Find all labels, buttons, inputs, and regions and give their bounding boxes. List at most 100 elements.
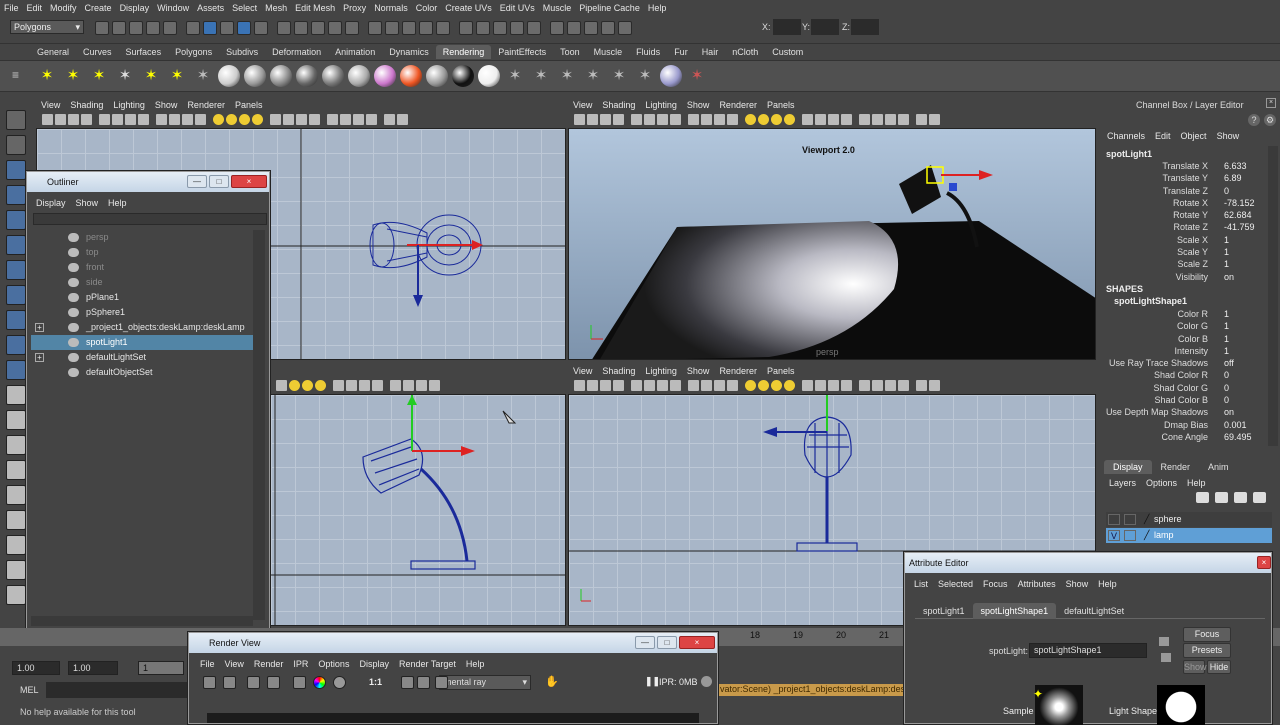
viewport-toolbar-icon[interactable] — [574, 114, 585, 125]
viewport-toolbar-icon[interactable] — [727, 380, 738, 391]
outliner-item-pplane1[interactable]: pPlane1 — [31, 290, 253, 305]
shelf-tab-polygons[interactable]: Polygons — [168, 45, 219, 59]
status-tool-icon[interactable] — [550, 21, 564, 35]
layer-menu-options[interactable]: Options — [1141, 476, 1182, 490]
shelf-tab-custom[interactable]: Custom — [765, 45, 810, 59]
channel-value[interactable]: 62.684 — [1224, 209, 1252, 221]
channel-row[interactable]: Use Ray Trace Shadows off — [1100, 357, 1268, 369]
viewport-toolbar-icon[interactable] — [55, 114, 66, 125]
tool-icon[interactable] — [6, 110, 26, 130]
viewport-toolbar-icon[interactable] — [112, 114, 123, 125]
viewport-toolbar-icon[interactable] — [359, 380, 370, 391]
status-tool-icon[interactable] — [220, 21, 234, 35]
viewport-toolbar-icon[interactable] — [296, 114, 307, 125]
viewport-toolbar-icon[interactable] — [802, 114, 813, 125]
viewport-toolbar-icon[interactable] — [587, 114, 598, 125]
channel-value[interactable]: 69.495 — [1224, 431, 1252, 443]
viewport-toolbar-icon[interactable] — [226, 114, 237, 125]
ae-presets-button[interactable]: Presets — [1183, 643, 1231, 658]
outliner-item-front[interactable]: front — [31, 260, 253, 275]
viewport-toolbar-icon[interactable] — [429, 380, 440, 391]
channel-value[interactable]: 1 — [1224, 345, 1229, 357]
outliner-hscroll[interactable] — [31, 616, 253, 626]
channel-row[interactable]: Color G 1 — [1100, 320, 1268, 332]
shelf-tool-icon[interactable]: ✶ — [36, 65, 58, 87]
render-toolbar-icon[interactable] — [247, 676, 260, 689]
range-start[interactable]: 1.00 — [12, 661, 60, 675]
channel-row[interactable]: Scale X 1 — [1100, 234, 1268, 246]
ae-show-button[interactable]: Show — [1183, 660, 1207, 674]
viewport-toolbar-icon[interactable] — [929, 114, 940, 125]
render-toolbar-icon[interactable] — [223, 676, 236, 689]
tool-icon[interactable] — [6, 410, 26, 430]
mode-dropdown[interactable]: Polygons ▾ — [10, 20, 84, 34]
viewport-toolbar-icon[interactable] — [859, 114, 870, 125]
menu-muscle[interactable]: Muscle — [539, 0, 576, 16]
viewport-menu-shading[interactable]: Shading — [597, 364, 640, 378]
channel-value[interactable]: 6.89 — [1224, 172, 1242, 184]
shelf-tool-icon[interactable]: ✶ — [686, 65, 708, 87]
channel-row[interactable]: Translate Y 6.89 — [1100, 172, 1268, 184]
persp-viewport[interactable]: Viewport 2.0 persp — [568, 128, 1096, 360]
channel-row[interactable]: Shad Color R 0 — [1100, 369, 1268, 381]
shelf-tab-hair[interactable]: Hair — [695, 45, 726, 59]
channel-value[interactable]: 6.633 — [1224, 160, 1247, 172]
tool-icon[interactable] — [6, 335, 26, 355]
viewport-toolbar-icon[interactable] — [42, 114, 53, 125]
viewport-menu-panels[interactable]: Panels — [230, 98, 268, 112]
status-tool-icon[interactable] — [129, 21, 143, 35]
viewport-menu-lighting[interactable]: Lighting — [108, 98, 150, 112]
render-menu-file[interactable]: File — [195, 657, 220, 671]
panel-close-icon[interactable]: × — [1266, 98, 1276, 108]
tool-icon[interactable] — [6, 535, 26, 555]
viewport-menu-show[interactable]: Show — [682, 98, 715, 112]
shelf-tool-icon[interactable] — [296, 65, 318, 87]
viewport-toolbar-icon[interactable] — [916, 380, 927, 391]
viewport-menu-renderer[interactable]: Renderer — [714, 364, 762, 378]
shelf-tool-icon[interactable] — [218, 65, 240, 87]
viewport-toolbar-icon[interactable] — [403, 380, 414, 391]
channel-menu-channels[interactable]: Channels — [1102, 129, 1150, 143]
viewport-toolbar-icon[interactable] — [859, 380, 870, 391]
viewport-toolbar-icon[interactable] — [758, 114, 769, 125]
status-tool-icon[interactable] — [277, 21, 291, 35]
shelf-tool-icon[interactable] — [478, 65, 500, 87]
viewport-toolbar-icon[interactable] — [657, 114, 668, 125]
status-tool-icon[interactable] — [459, 21, 473, 35]
viewport-toolbar-icon[interactable] — [631, 114, 642, 125]
viewport-toolbar-icon[interactable] — [885, 114, 896, 125]
channel-value[interactable]: 0 — [1224, 394, 1229, 406]
render-toolbar-icon[interactable] — [267, 676, 280, 689]
layer-tab-render[interactable]: Render — [1152, 460, 1200, 474]
shelf-tab-dynamics[interactable]: Dynamics — [382, 45, 436, 59]
status-tool-icon[interactable] — [493, 21, 507, 35]
viewport-menu-lighting[interactable]: Lighting — [640, 364, 682, 378]
shelf-tool-icon[interactable] — [400, 65, 422, 87]
status-tool-icon[interactable] — [601, 21, 615, 35]
tool-icon[interactable] — [6, 585, 26, 605]
viewport-menu-lighting[interactable]: Lighting — [640, 98, 682, 112]
menu-help[interactable]: Help — [644, 0, 671, 16]
menu-edit-uvs[interactable]: Edit UVs — [496, 0, 539, 16]
viewport-toolbar-icon[interactable] — [898, 380, 909, 391]
viewport-toolbar-icon[interactable] — [841, 380, 852, 391]
outliner-vscroll[interactable] — [253, 230, 265, 620]
shelf-tool-icon[interactable]: ✶ — [192, 65, 214, 87]
ae-focus-button[interactable]: Focus — [1183, 627, 1231, 642]
viewport-toolbar-icon[interactable] — [688, 380, 699, 391]
viewport-toolbar-icon[interactable] — [872, 114, 883, 125]
viewport-toolbar-icon[interactable] — [81, 114, 92, 125]
rv-maximize-button[interactable]: □ — [657, 636, 677, 649]
channel-row[interactable]: Rotate Y 62.684 — [1100, 209, 1268, 221]
viewport-toolbar-icon[interactable] — [745, 380, 756, 391]
status-tool-icon[interactable] — [311, 21, 325, 35]
viewport-menu-shading[interactable]: Shading — [65, 98, 108, 112]
viewport-toolbar-icon[interactable] — [670, 380, 681, 391]
viewport-menu-view[interactable]: View — [36, 98, 65, 112]
layer-visibility-toggle[interactable] — [1108, 514, 1120, 525]
channel-value[interactable]: off — [1224, 357, 1234, 369]
viewport-toolbar-icon[interactable] — [309, 114, 320, 125]
viewport-toolbar-icon[interactable] — [631, 380, 642, 391]
ae-tab-spotlight1[interactable]: spotLight1 — [915, 603, 973, 619]
status-tool-icon[interactable] — [402, 21, 416, 35]
